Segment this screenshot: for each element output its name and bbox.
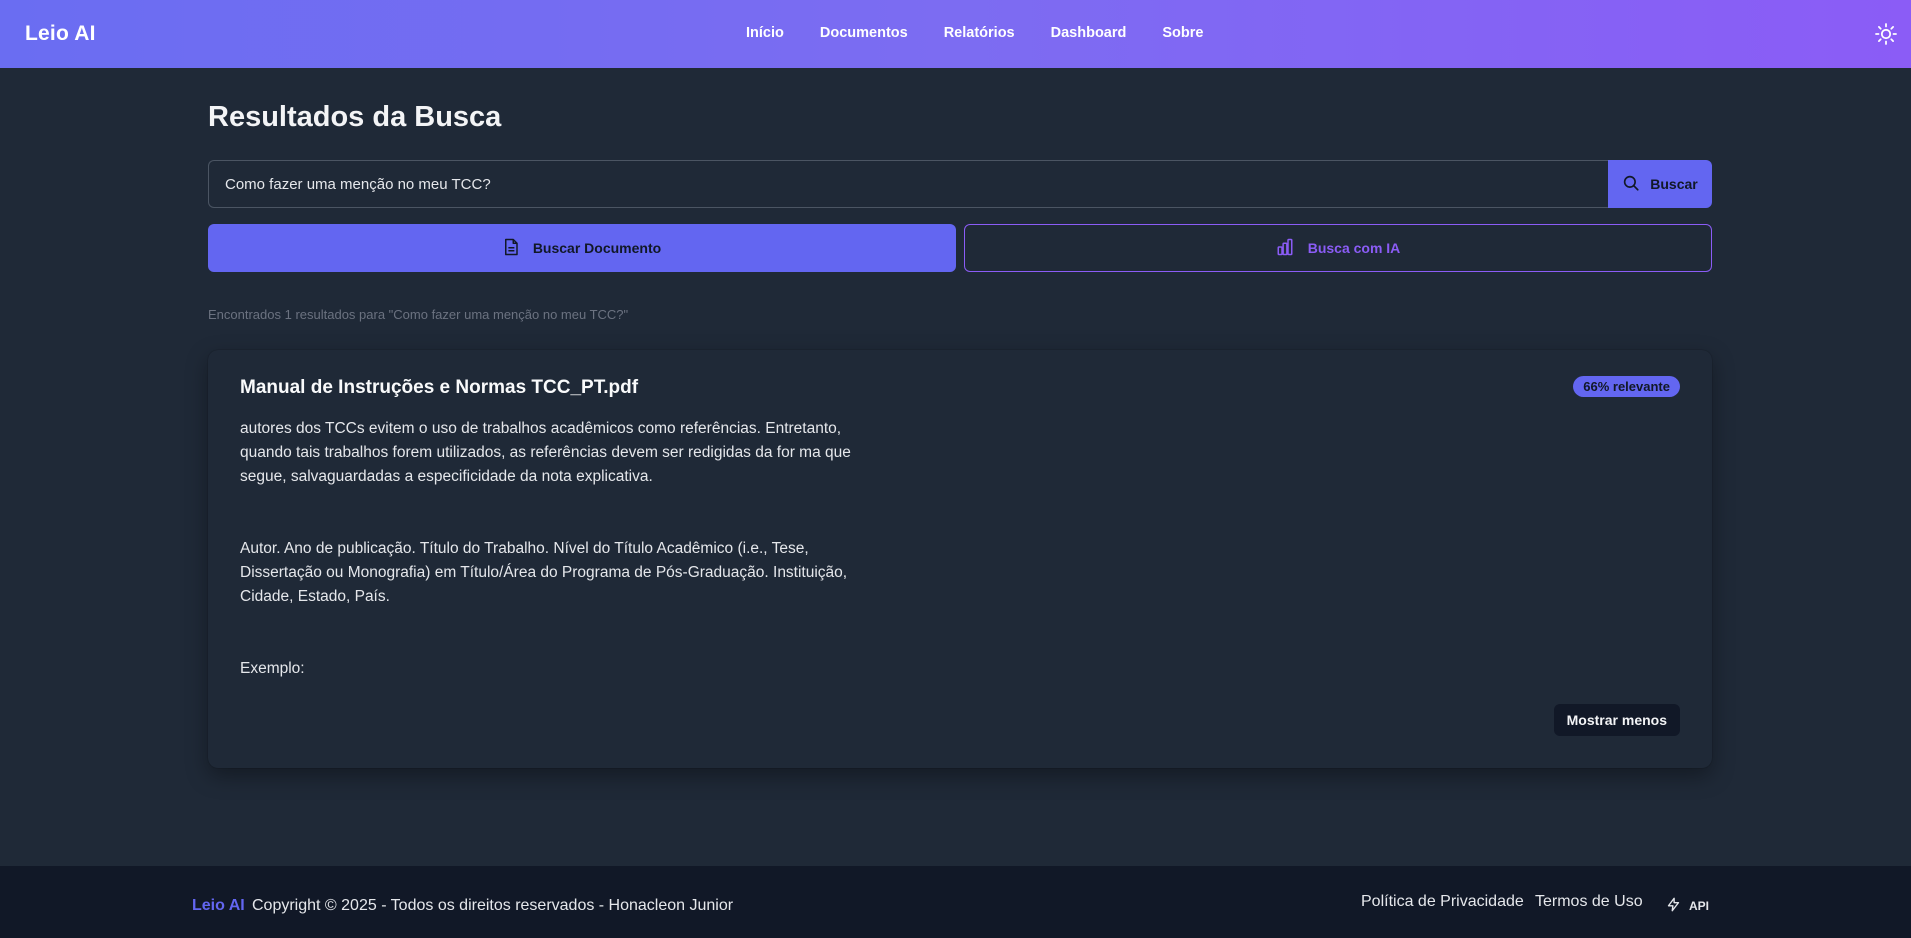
page-title: Resultados da Busca	[208, 101, 502, 133]
nav-item-sobre[interactable]: Sobre	[1162, 25, 1203, 41]
footer-brand[interactable]: Leio AI	[192, 897, 245, 915]
search-icon	[1622, 174, 1640, 195]
search-button-label: Buscar	[1650, 176, 1698, 192]
nav-item-inicio[interactable]: Início	[746, 25, 784, 41]
nav-item-documentos[interactable]: Documentos	[820, 25, 908, 41]
search-input[interactable]	[208, 160, 1609, 208]
search-ai-label: Busca com IA	[1307, 240, 1401, 256]
nav-links: Início Documentos Relatórios Dashboard S…	[746, 25, 1203, 41]
result-excerpt-paragraph: Autor. Ano de publicação. Título do Trab…	[240, 540, 848, 605]
document-icon	[503, 238, 519, 259]
result-title[interactable]: Manual de Instruções e Normas TCC_PT.pdf	[240, 377, 638, 399]
footer-link-privacy[interactable]: Política de Privacidade	[1361, 893, 1524, 911]
result-card: Manual de Instruções e Normas TCC_PT.pdf…	[208, 350, 1712, 768]
footer-copyright: Copyright © 2025 - Todos os direitos res…	[252, 897, 734, 914]
brand-logo[interactable]: Leio AI	[25, 22, 96, 46]
top-navbar: Leio AI Início Documentos Relatórios Das…	[0, 0, 1911, 68]
search-ai-button[interactable]: Busca com IA	[964, 224, 1712, 272]
result-excerpt-paragraph: autores dos TCCs evitem o uso de trabalh…	[240, 420, 851, 485]
result-excerpt-paragraph: Exemplo:	[240, 660, 305, 677]
results-summary: Encontrados 1 resultados para "Como faze…	[208, 307, 629, 322]
lightning-icon	[1666, 897, 1681, 915]
footer-link-terms[interactable]: Termos de Uso	[1535, 893, 1643, 911]
search-document-button[interactable]: Buscar Documento	[208, 224, 956, 272]
bar-chart-icon	[1276, 238, 1294, 259]
api-label: API	[1689, 899, 1710, 913]
nav-item-relatorios[interactable]: Relatórios	[944, 25, 1015, 41]
search-button[interactable]: Buscar	[1608, 160, 1712, 208]
sun-icon[interactable]	[1874, 22, 1898, 46]
show-less-button[interactable]: Mostrar menos	[1553, 704, 1680, 736]
footer: Leio AI Copyright © 2025 - Todos os dire…	[0, 866, 1911, 938]
search-document-label: Buscar Documento	[532, 240, 662, 256]
nav-item-dashboard[interactable]: Dashboard	[1051, 25, 1127, 41]
api-link[interactable]: API	[1666, 897, 1709, 915]
relevance-badge: 66% relevante	[1573, 376, 1680, 397]
